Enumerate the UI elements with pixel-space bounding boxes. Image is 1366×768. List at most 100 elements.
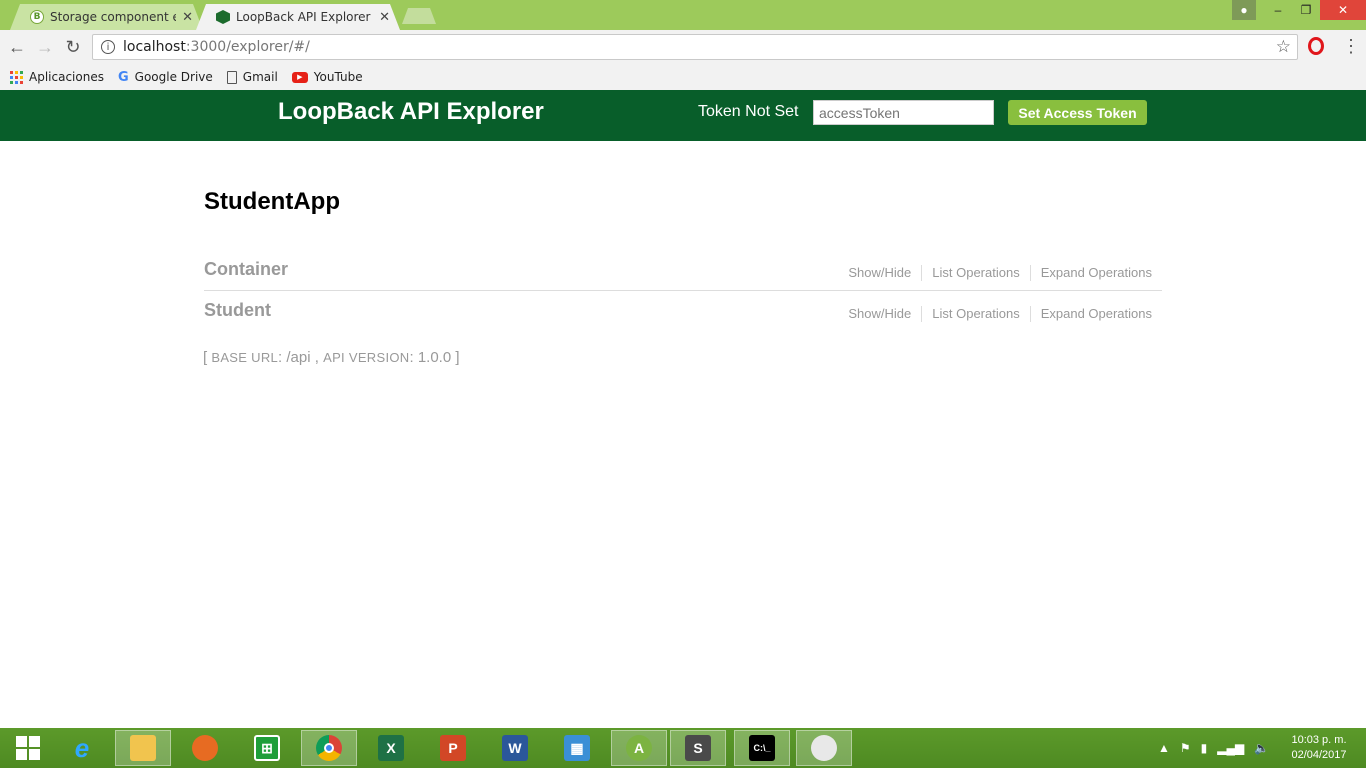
show-hide-link[interactable]: Show/Hide (838, 265, 921, 281)
browser-menu-icon[interactable]: ⋮ (1342, 36, 1360, 57)
tab-storage-component[interactable]: B Storage component exar ✕ (10, 4, 203, 30)
resource-operations: Show/Hide List Operations Expand Operati… (838, 306, 1162, 322)
new-tab-button[interactable] (402, 8, 436, 24)
taskbar-internet-explorer[interactable]: e (54, 730, 110, 766)
apps-grid-icon (10, 70, 23, 84)
browser-toolbar: ← → ↻ i localhost:3000/explorer/#/ ☆ (0, 30, 1366, 64)
reload-icon[interactable]: ↻ (62, 36, 84, 58)
loopback-favicon-icon (216, 10, 230, 24)
info-icon[interactable]: i (101, 40, 115, 54)
resource-name[interactable]: Container (204, 259, 288, 280)
clock-time: 10:03 p. m. (1291, 734, 1347, 746)
resource-operations: Show/Hide List Operations Expand Operati… (838, 265, 1162, 281)
tab-loopback-explorer[interactable]: LoopBack API Explorer ✕ (196, 4, 400, 30)
tab-title: LoopBack API Explorer (236, 10, 371, 24)
back-arrow-icon[interactable]: ← (6, 36, 28, 58)
explorer-title[interactable]: LoopBack API Explorer (278, 98, 544, 126)
bookmarks-bar: Aplicaciones G Google Drive Gmail ▶ YouT… (0, 64, 1366, 90)
taskbar-android-studio[interactable]: A (611, 730, 667, 766)
bookmark-label: YouTube (313, 70, 363, 84)
window-controls: ● – ❐ ✕ (1232, 0, 1366, 20)
windows-taskbar: e ⊞ X P W ▦ A S C:\_ ▲ ⚑ ▮ ▂▄▆ 🔈 10:03 p… (0, 728, 1366, 768)
restore-icon[interactable]: ❐ (1292, 0, 1320, 20)
taskbar-sublime-text[interactable]: S (670, 730, 726, 766)
google-icon: G (117, 69, 129, 85)
profile-icon[interactable]: ● (1232, 0, 1256, 20)
base-url-label: BASE URL (211, 350, 279, 365)
close-tab-icon[interactable]: ✕ (182, 10, 193, 25)
address-bar[interactable]: i localhost:3000/explorer/#/ ☆ (92, 34, 1298, 60)
forward-arrow-icon[interactable]: → (34, 36, 56, 58)
show-hidden-icons-icon[interactable]: ▲ (1158, 741, 1170, 755)
taskbar-paint[interactable] (796, 730, 852, 766)
close-tab-icon[interactable]: ✕ (379, 10, 390, 25)
tab-title: Storage component exar (50, 10, 169, 24)
cmd-icon: C:\_ (749, 735, 775, 761)
android-studio-icon: A (626, 735, 652, 761)
app-title: StudentApp (204, 188, 340, 215)
base-url-value: /api (286, 349, 311, 366)
taskbar-command-prompt[interactable]: C:\_ (734, 730, 790, 766)
powerpoint-icon: P (440, 735, 466, 761)
bookmark-star-icon[interactable]: ☆ (1276, 37, 1291, 57)
bookmark-gmail[interactable]: Gmail (226, 70, 278, 84)
page-icon (226, 70, 237, 84)
paint-palette-icon (811, 735, 837, 761)
url-host: localhost (123, 39, 186, 55)
browser-tab-strip: B Storage component exar ✕ LoopBack API … (0, 0, 1366, 30)
show-hide-link[interactable]: Show/Hide (838, 306, 921, 322)
opera-extension-icon[interactable] (1308, 37, 1324, 55)
firefox-icon (192, 735, 218, 761)
base-url-info: [ BASE URL: /api , API VERSION: 1.0.0 ] (203, 349, 460, 366)
store-icon: ⊞ (254, 735, 280, 761)
taskbar-firefox[interactable] (177, 730, 233, 766)
minimize-icon[interactable]: – (1264, 0, 1292, 20)
list-operations-link[interactable]: List Operations (921, 265, 1029, 281)
taskbar-word[interactable]: W (487, 730, 543, 766)
expand-operations-link[interactable]: Expand Operations (1029, 306, 1162, 322)
windows-logo-icon (16, 736, 40, 760)
bookmark-google-drive[interactable]: G Google Drive (118, 70, 213, 85)
control-panel-icon: ▦ (564, 735, 590, 761)
list-operations-link[interactable]: List Operations (921, 306, 1029, 322)
word-icon: W (502, 735, 528, 761)
action-center-flag-icon[interactable]: ⚑ (1180, 741, 1191, 755)
network-signal-icon[interactable]: ▂▄▆ (1217, 741, 1244, 755)
internet-explorer-icon: e (74, 732, 90, 763)
taskbar-chrome[interactable] (301, 730, 357, 766)
taskbar-clock[interactable]: 10:03 p. m. 02/04/2017 (1284, 733, 1354, 763)
volume-icon[interactable]: 🔈 (1254, 741, 1269, 755)
token-status: Token Not Set (698, 103, 799, 120)
clock-date: 02/04/2017 (1291, 749, 1347, 761)
resource-container: Container Show/Hide List Operations Expa… (204, 251, 1162, 291)
power-icon[interactable]: ▮ (1201, 741, 1208, 755)
youtube-icon: ▶ (291, 71, 308, 83)
bookmark-label: Google Drive (134, 70, 213, 84)
bookmark-label: Gmail (242, 70, 278, 84)
chrome-icon (316, 735, 342, 761)
resource-name[interactable]: Student (204, 300, 271, 321)
api-version-value: 1.0.0 (417, 349, 452, 366)
url-path: :3000/explorer/#/ (185, 39, 310, 55)
system-tray: ▲ ⚑ ▮ ▂▄▆ 🔈 (1158, 728, 1279, 768)
access-token-input[interactable] (813, 100, 994, 125)
excel-icon: X (378, 735, 404, 761)
taskbar-powerpoint[interactable]: P (425, 730, 481, 766)
start-button[interactable] (0, 730, 56, 766)
taskbar-store[interactable]: ⊞ (239, 730, 295, 766)
bookmark-label: Aplicaciones (29, 70, 104, 84)
set-access-token-button[interactable]: Set Access Token (1008, 100, 1147, 125)
explorer-header: LoopBack API Explorer Token Not Set Set … (0, 90, 1366, 141)
taskbar-excel[interactable]: X (363, 730, 419, 766)
close-window-icon[interactable]: ✕ (1320, 0, 1366, 20)
taskbar-file-explorer[interactable] (115, 730, 171, 766)
resource-student: Student Show/Hide List Operations Expand… (204, 292, 1162, 332)
sublime-text-icon: S (685, 735, 711, 761)
taskbar-control-panel[interactable]: ▦ (549, 730, 605, 766)
bookmark-youtube[interactable]: ▶ YouTube (291, 70, 363, 84)
bootstrap-favicon-icon: B (30, 10, 44, 24)
bookmark-apps[interactable]: Aplicaciones (10, 70, 104, 84)
expand-operations-link[interactable]: Expand Operations (1029, 265, 1162, 281)
folder-icon (130, 735, 156, 761)
api-version-label: API VERSION (323, 350, 410, 365)
